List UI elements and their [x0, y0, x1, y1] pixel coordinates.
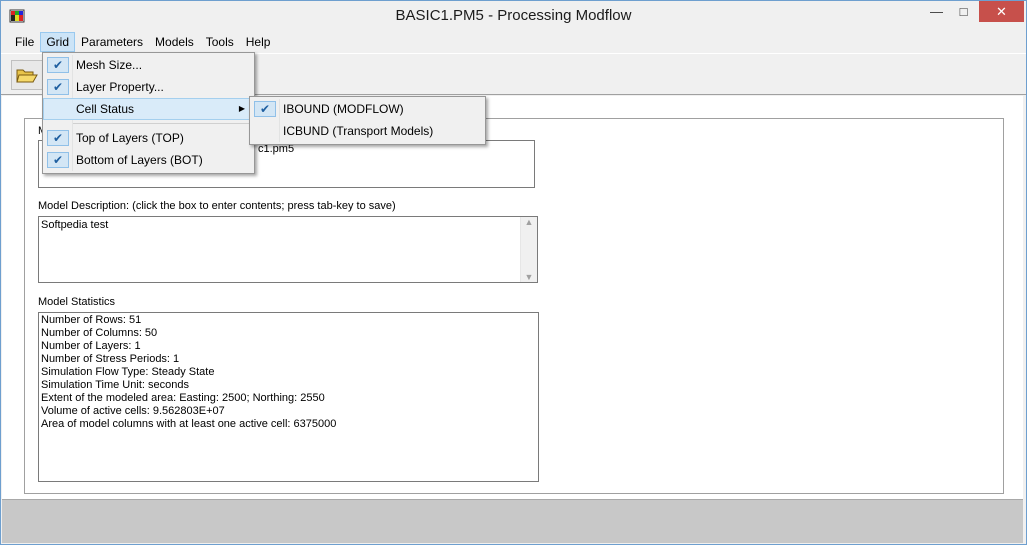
stat-line: Simulation Time Unit: seconds: [41, 379, 189, 391]
stat-line: Number of Rows: 51: [41, 314, 142, 326]
stat-line: Area of model columns with at least one …: [41, 418, 337, 430]
open-button[interactable]: [11, 60, 43, 90]
scroll-up-icon[interactable]: ▲: [525, 217, 534, 227]
menu-item-mesh-size[interactable]: ✔ Mesh Size...: [43, 54, 254, 76]
stat-line: Number of Stress Periods: 1: [41, 353, 180, 365]
status-bar: [2, 499, 1023, 543]
menu-item-ibound[interactable]: ✔ IBOUND (MODFLOW): [250, 98, 485, 120]
statistics-box: Number of Rows: 51 Number of Columns: 50…: [38, 312, 539, 482]
cell-status-submenu: ✔ IBOUND (MODFLOW) ICBUND (Transport Mod…: [249, 96, 486, 145]
menu-item-top-of-layers[interactable]: ✔ Top of Layers (TOP): [43, 127, 254, 149]
menu-grid[interactable]: Grid: [40, 32, 76, 52]
menu-item-label: Mesh Size...: [76, 58, 143, 72]
check-icon: ✔: [47, 130, 69, 146]
menu-bar: File Grid Parameters Models Tools Help: [1, 32, 1026, 52]
menu-item-cell-status[interactable]: Cell Status ▶: [43, 98, 254, 120]
menu-item-label: Top of Layers (TOP): [76, 131, 184, 145]
menu-tools[interactable]: Tools: [200, 32, 240, 52]
stat-line: Simulation Flow Type: Steady State: [41, 366, 215, 378]
menu-separator: [43, 120, 254, 127]
menu-item-label: IBOUND (MODFLOW): [283, 102, 404, 116]
statistics-label: Model Statistics: [38, 296, 116, 308]
window-title: BASIC1.PM5 - Processing Modflow: [395, 7, 632, 24]
scroll-down-icon[interactable]: ▼: [525, 272, 534, 282]
menu-file[interactable]: File: [9, 32, 40, 52]
check-icon: ✔: [47, 79, 69, 95]
stat-line: Volume of active cells: 9.562803E+07: [41, 405, 225, 417]
title-bar: BASIC1.PM5 - Processing Modflow — □ ✕: [1, 1, 1026, 32]
maximize-button[interactable]: □: [950, 1, 977, 22]
check-icon: ✔: [47, 57, 69, 73]
menu-models[interactable]: Models: [149, 32, 200, 52]
menu-parameters[interactable]: Parameters: [75, 32, 149, 52]
close-button[interactable]: ✕: [979, 1, 1024, 22]
open-folder-icon: [16, 69, 38, 83]
menu-item-label: ICBUND (Transport Models): [283, 124, 434, 138]
menu-item-label: Cell Status: [76, 102, 135, 116]
menu-item-bottom-of-layers[interactable]: ✔ Bottom of Layers (BOT): [43, 149, 254, 171]
app-window: BASIC1.PM5 - Processing Modflow — □ ✕ Fi…: [0, 0, 1027, 545]
model-info-panel: M c1.pm5 Model Description: (click the b…: [24, 118, 1004, 494]
stat-line: Number of Layers: 1: [41, 340, 141, 352]
check-icon: ✔: [47, 152, 69, 168]
description-field[interactable]: Softpedia test ▲ ▼: [38, 216, 538, 283]
menu-item-icbund[interactable]: ICBUND (Transport Models): [250, 120, 485, 142]
chevron-right-icon: ▶: [238, 104, 245, 113]
minimize-button[interactable]: —: [923, 1, 950, 22]
stat-line: Extent of the modeled area: Easting: 250…: [41, 392, 325, 404]
menu-item-layer-property[interactable]: ✔ Layer Property...: [43, 76, 254, 98]
menu-item-label: Layer Property...: [76, 80, 164, 94]
description-scrollbar[interactable]: ▲ ▼: [520, 217, 537, 282]
stat-line: Number of Columns: 50: [41, 327, 158, 339]
check-icon: ✔: [254, 101, 276, 117]
menu-item-label: Bottom of Layers (BOT): [76, 153, 203, 167]
description-value: Softpedia test: [41, 219, 109, 231]
menu-help[interactable]: Help: [240, 32, 277, 52]
description-label: Model Description: (click the box to ent…: [38, 200, 396, 212]
grid-menu: ✔ Mesh Size... ✔ Layer Property... Cell …: [42, 52, 255, 174]
